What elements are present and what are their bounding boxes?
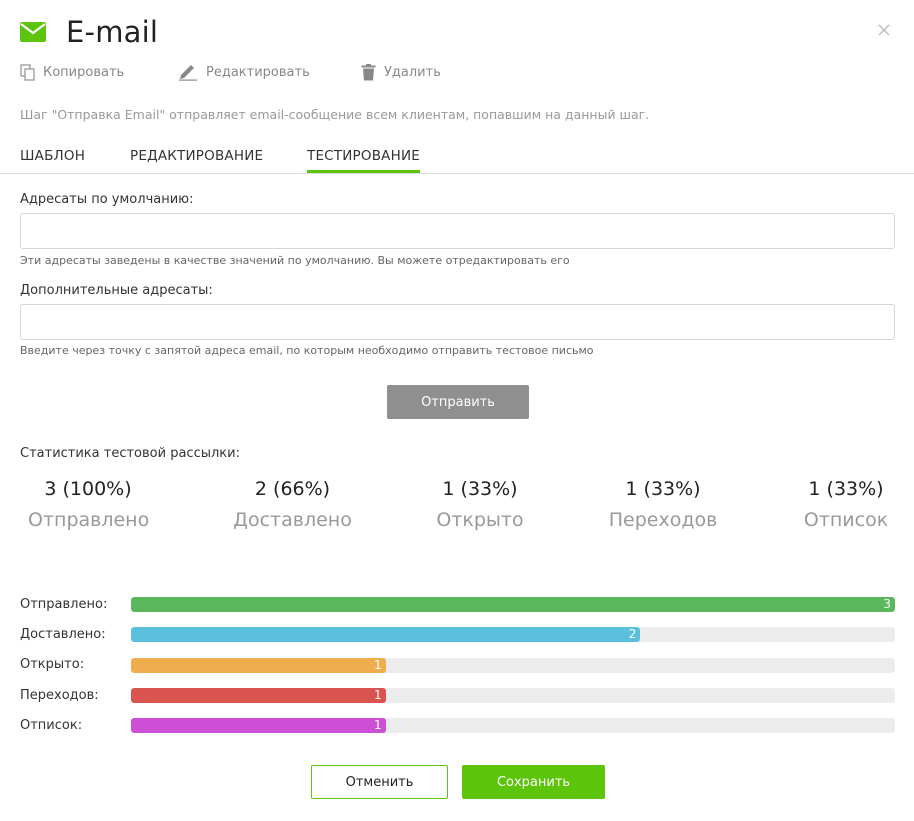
bar-fill-delivered: 2 <box>131 627 641 642</box>
bar-label-unsubscribes: Отписок: <box>20 718 83 733</box>
bar-label-sent: Отправлено: <box>20 597 108 612</box>
save-button[interactable]: Сохранить <box>462 765 605 799</box>
stat-clicks-label: Переходов <box>608 509 718 531</box>
default-recipients-input[interactable] <box>20 213 895 249</box>
stat-opened-value: 1 (33%) <box>442 478 518 500</box>
tab-bar: ШАБЛОН РЕДАКТИРОВАНИЕ ТЕСТИРОВАНИЕ <box>0 146 914 174</box>
stat-delivered-label: Доставлено <box>233 509 352 531</box>
modal-title: E-mail <box>66 15 159 49</box>
bar-value-delivered: 2 <box>628 627 637 641</box>
bar-value-clicks: 1 <box>374 688 382 702</box>
edit-label: Редактировать <box>206 65 310 80</box>
stat-unsubscribes: 1 (33%) Отписок <box>800 478 892 531</box>
stat-sent-label: Отправлено <box>28 509 150 531</box>
bar-fill-opened: 1 <box>131 658 386 673</box>
bar-label-clicks: Переходов: <box>20 688 99 703</box>
bar-track-delivered: 2 <box>131 627 895 642</box>
delete-button[interactable]: Удалить <box>361 64 441 81</box>
pencil-icon <box>179 65 197 81</box>
edit-button[interactable]: Редактировать <box>178 64 361 81</box>
extra-recipients-input[interactable] <box>20 304 895 340</box>
stat-sent: 3 (100%) Отправлено <box>28 478 150 531</box>
toolbar: Копировать Редактировать Удалить <box>20 64 441 81</box>
stat-clicks-value: 1 (33%) <box>625 478 701 500</box>
tab-template[interactable]: ШАБЛОН <box>20 148 85 170</box>
send-button[interactable]: Отправить <box>387 385 529 419</box>
bar-label-delivered: Доставлено: <box>20 627 106 642</box>
cancel-button[interactable]: Отменить <box>311 765 448 799</box>
copy-label: Копировать <box>43 65 125 80</box>
stat-unsubscribes-label: Отписок <box>803 509 889 531</box>
mail-icon <box>20 22 46 42</box>
bar-label-opened: Открыто: <box>20 657 85 672</box>
copy-icon <box>20 64 35 81</box>
bar-track-sent: 3 <box>131 597 895 612</box>
stat-sent-value: 3 (100%) <box>44 478 132 500</box>
delete-label: Удалить <box>384 65 441 80</box>
trash-icon <box>361 64 376 81</box>
stat-opened-label: Открыто <box>436 509 524 531</box>
bar-track-unsubscribes: 1 <box>131 718 895 733</box>
bar-value-opened: 1 <box>374 658 382 672</box>
copy-button[interactable]: Копировать <box>20 64 170 81</box>
bar-fill-clicks: 1 <box>131 688 386 703</box>
stat-opened: 1 (33%) Открыто <box>430 478 530 531</box>
stat-delivered: 2 (66%) Доставлено <box>230 478 355 531</box>
extra-recipients-label: Дополнительные адресаты: <box>20 283 213 298</box>
default-recipients-hint: Эти адресаты заведены в качестве значени… <box>20 254 570 267</box>
stat-clicks: 1 (33%) Переходов <box>604 478 722 531</box>
bar-fill-sent: 3 <box>131 597 895 612</box>
tab-testing[interactable]: ТЕСТИРОВАНИЕ <box>307 148 420 173</box>
extra-recipients-hint: Введите через точку с запятой адреса ema… <box>20 344 594 357</box>
stat-delivered-value: 2 (66%) <box>254 478 331 500</box>
bar-track-opened: 1 <box>131 658 895 673</box>
bar-value-unsubscribes: 1 <box>374 718 382 732</box>
close-icon[interactable] <box>876 22 892 38</box>
bar-fill-unsubscribes: 1 <box>131 718 386 733</box>
bar-value-sent: 3 <box>883 597 891 611</box>
stats-title: Статистика тестовой рассылки: <box>20 446 240 461</box>
tab-editing[interactable]: РЕДАКТИРОВАНИЕ <box>130 148 263 170</box>
default-recipients-label: Адресаты по умолчанию: <box>20 192 194 207</box>
step-description: Шаг "Отправка Email" отправляет email-со… <box>20 107 650 122</box>
bar-track-clicks: 1 <box>131 688 895 703</box>
modal-header: E-mail <box>20 12 158 52</box>
stat-unsubscribes-value: 1 (33%) <box>808 478 884 500</box>
